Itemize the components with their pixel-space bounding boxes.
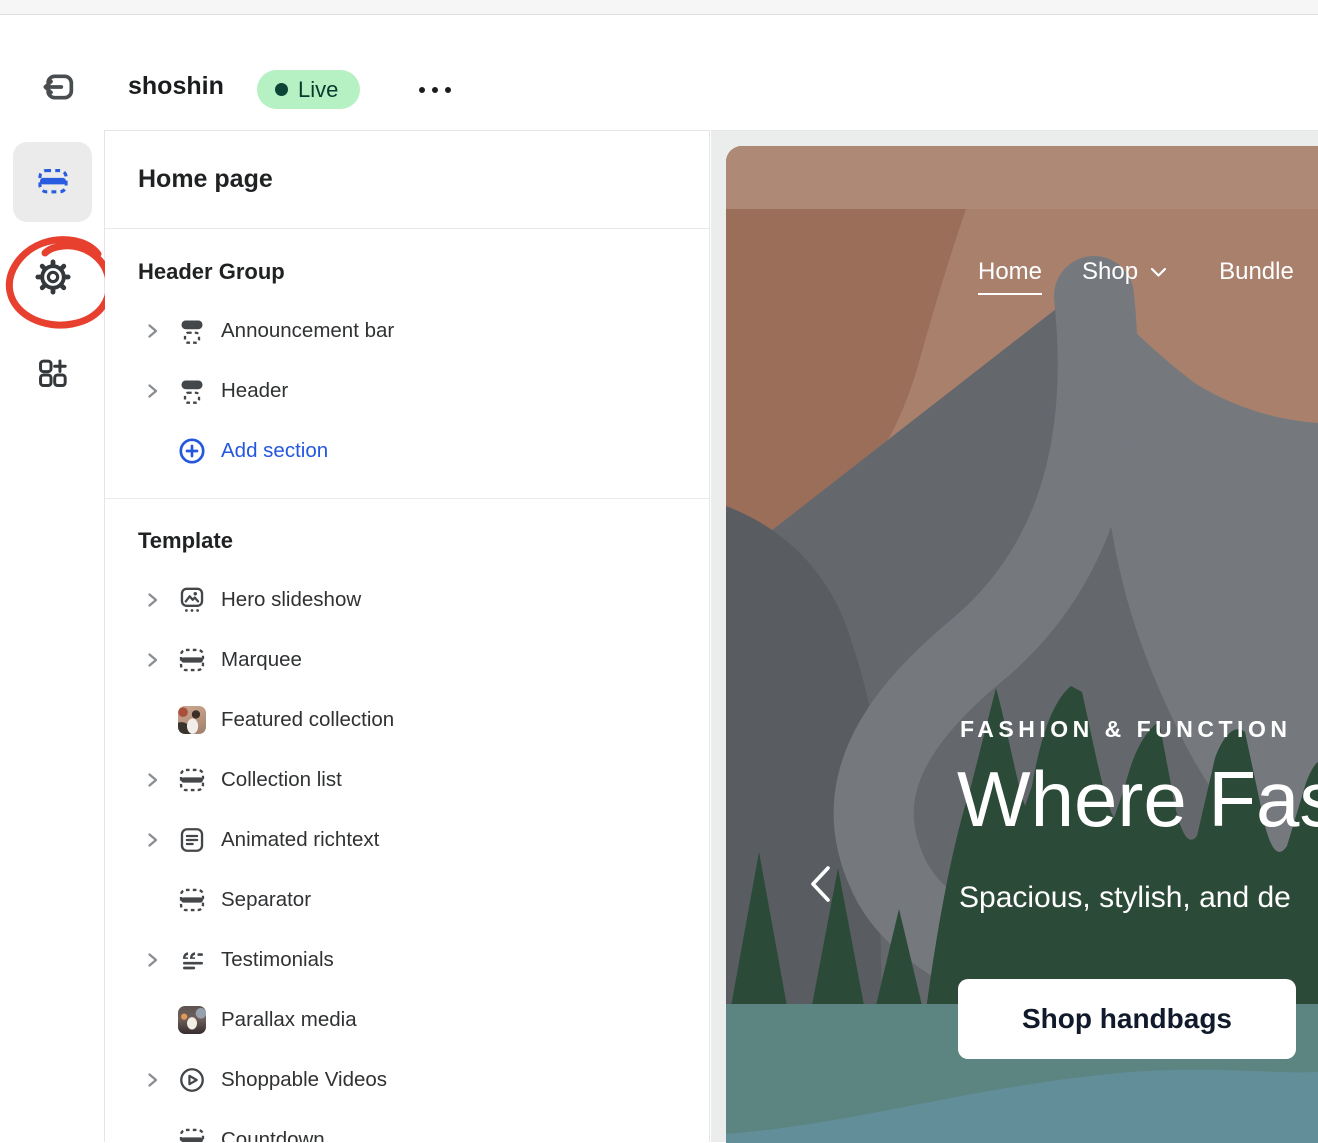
header-group-heading: Header Group xyxy=(138,259,709,285)
sections-panel: Home page Header Group Announcement bar … xyxy=(105,130,710,1142)
shop-handbags-button[interactable]: Shop handbags xyxy=(958,979,1296,1059)
add-section-label: Add section xyxy=(221,439,328,463)
chevron-right-icon xyxy=(143,831,161,849)
store-name: shoshin xyxy=(128,72,224,101)
section-row-testimonials[interactable]: Testimonials xyxy=(105,930,709,990)
chevron-down-icon xyxy=(1150,267,1167,278)
section-row-separator[interactable]: Separator xyxy=(105,870,709,930)
hero-subheading: Spacious, stylish, and de xyxy=(959,881,1291,915)
storefront-preview-frame: Home Shop Bundle FASHION & FUNCTION Wher… xyxy=(726,146,1318,1143)
chevron-right-icon xyxy=(143,591,161,609)
section-icon xyxy=(178,377,206,405)
sections-icon xyxy=(36,164,70,201)
section-row-label: Announcement bar xyxy=(221,319,394,343)
nav-link-shop-label: Shop xyxy=(1082,258,1138,286)
section-row-label: Shoppable Videos xyxy=(221,1068,387,1092)
page-title: Home page xyxy=(138,165,273,194)
plus-circle-icon xyxy=(178,437,206,465)
section-row-label: Collection list xyxy=(221,768,342,792)
section-row-collection-list[interactable]: Collection list xyxy=(105,750,709,810)
editor-icon-rail xyxy=(0,130,105,1142)
section-row-label: Animated richtext xyxy=(221,828,379,852)
section-row-label: Marquee xyxy=(221,648,302,672)
section-icon xyxy=(178,1126,206,1142)
section-row-hero-slideshow[interactable]: Hero slideshow xyxy=(105,570,709,630)
chevron-right-icon xyxy=(143,651,161,669)
chevron-right-icon xyxy=(143,322,161,340)
section-row-header[interactable]: Header xyxy=(105,361,709,421)
nav-link-bundle[interactable]: Bundle xyxy=(1219,258,1294,286)
chevron-right-icon xyxy=(143,382,161,400)
chevron-left-icon xyxy=(806,893,834,908)
topbar: shoshin Live xyxy=(0,16,1318,130)
parallax-media-thumbnail xyxy=(178,1006,206,1034)
nav-link-shop[interactable]: Shop xyxy=(1082,258,1167,286)
nav-link-home[interactable]: Home xyxy=(978,258,1042,295)
chevron-right-icon xyxy=(143,771,161,789)
chevron-right-icon xyxy=(143,1071,161,1089)
section-row-label: Header xyxy=(221,379,288,403)
live-status-badge: Live xyxy=(257,70,360,109)
section-icon xyxy=(178,646,206,674)
exit-editor-button[interactable] xyxy=(36,66,80,110)
hero-eyebrow: FASHION & FUNCTION xyxy=(960,716,1291,743)
featured-collection-thumbnail xyxy=(178,706,206,734)
theme-settings-tab[interactable] xyxy=(13,238,92,318)
exit-icon xyxy=(38,95,78,110)
preview-area: Home Shop Bundle FASHION & FUNCTION Wher… xyxy=(711,130,1318,1142)
browser-chrome-strip xyxy=(0,0,1318,15)
section-row-parallax-media[interactable]: Parallax media xyxy=(105,990,709,1050)
hero-heading: Where Fash xyxy=(957,756,1318,843)
section-icon xyxy=(178,886,206,914)
section-row-announcement-bar[interactable]: Announcement bar xyxy=(105,301,709,361)
sections-tab[interactable] xyxy=(13,142,92,222)
section-row-label: Countdown xyxy=(221,1128,325,1142)
section-icon xyxy=(178,766,206,794)
gear-icon xyxy=(35,259,71,298)
header-group-section: Header Group Announcement bar Header Add… xyxy=(105,229,709,499)
section-row-label: Parallax media xyxy=(221,1008,357,1032)
section-row-shoppable-videos[interactable]: Shoppable Videos xyxy=(105,1050,709,1110)
template-section: Template Hero slideshow Marquee Featured… xyxy=(105,499,709,1142)
section-row-featured-collection[interactable]: Featured collection xyxy=(105,690,709,750)
section-row-label: Separator xyxy=(221,888,311,912)
ellipsis-icon xyxy=(419,87,451,93)
section-row-countdown[interactable]: Countdown xyxy=(105,1110,709,1142)
carousel-prev-button[interactable] xyxy=(800,860,840,910)
testimonials-quote-icon xyxy=(178,946,206,974)
section-row-label: Testimonials xyxy=(221,948,334,972)
panel-header: Home page xyxy=(105,131,709,229)
apps-icon xyxy=(36,356,70,393)
slideshow-icon xyxy=(178,586,206,614)
live-badge-label: Live xyxy=(298,77,338,103)
chevron-right-icon xyxy=(143,951,161,969)
section-row-marquee[interactable]: Marquee xyxy=(105,630,709,690)
more-actions-button[interactable] xyxy=(404,72,466,108)
template-heading: Template xyxy=(138,528,709,554)
section-row-label: Hero slideshow xyxy=(221,588,361,612)
play-circle-icon xyxy=(178,1066,206,1094)
add-section-button[interactable]: Add section xyxy=(105,421,709,481)
section-icon xyxy=(178,317,206,345)
apps-tab[interactable] xyxy=(13,334,92,414)
section-row-label: Featured collection xyxy=(221,708,394,732)
section-row-animated-richtext[interactable]: Animated richtext xyxy=(105,810,709,870)
storefront-nav: Home Shop Bundle xyxy=(978,258,1294,286)
richtext-icon xyxy=(178,826,206,854)
live-dot-icon xyxy=(275,83,288,96)
